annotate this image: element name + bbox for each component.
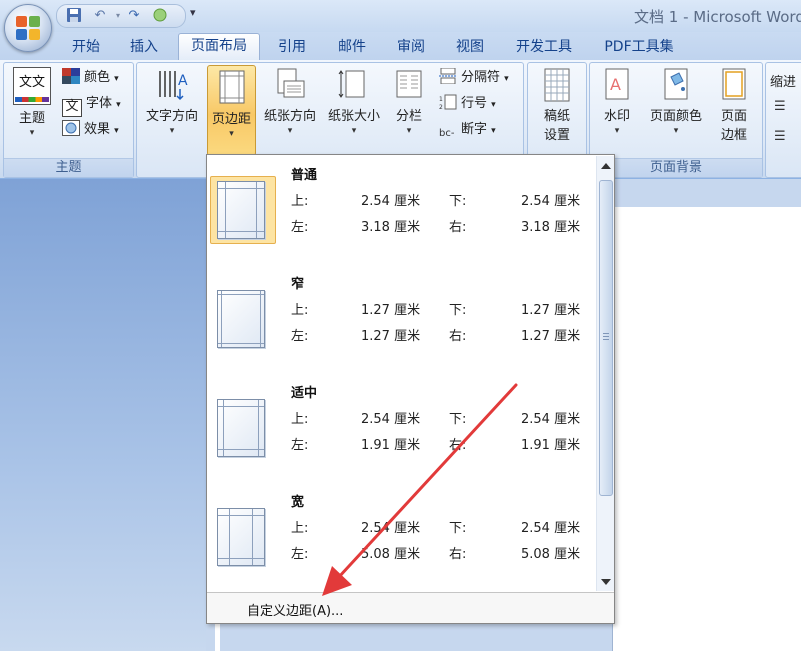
page-color-icon — [660, 67, 692, 103]
hyphenation-button[interactable]: bc- 断字 ▾ — [439, 119, 496, 141]
svg-text:A: A — [610, 75, 621, 94]
undo-icon[interactable]: ↶ — [91, 7, 109, 25]
watermark-button[interactable]: A 水印 ▾ — [594, 67, 640, 136]
window-title: 文档 1 - Microsoft Word — [634, 8, 801, 26]
tab-home[interactable]: 开始 — [62, 36, 110, 58]
svg-text:A: A — [178, 73, 188, 89]
scrollbar-thumb[interactable] — [599, 180, 613, 496]
gallery-scrollbar[interactable] — [596, 156, 614, 591]
line-numbers-icon: 12 — [439, 94, 457, 111]
save-icon[interactable] — [65, 7, 83, 25]
margins-button[interactable]: 页边距 ▾ — [207, 65, 256, 156]
tab-mailings[interactable]: 邮件 — [328, 36, 376, 58]
indent-label: 缩进 — [770, 75, 797, 90]
theme-colors-button[interactable]: 颜色 ▾ — [62, 67, 119, 89]
breaks-button[interactable]: 分隔符 ▾ — [439, 67, 509, 89]
circle-icon[interactable] — [151, 7, 169, 25]
manuscript-settings-button[interactable]: 稿纸 设置 — [534, 67, 580, 145]
themes-group-label: 主题 — [4, 158, 133, 177]
indent-right-icon[interactable]: ☰ — [774, 129, 786, 144]
page-borders-icon — [718, 67, 750, 103]
page-background-group: A 水印 ▾ 页面颜色 ▾ 页面 边框 页面背景 — [589, 62, 763, 178]
page-color-button[interactable]: 页面颜色 ▾ — [644, 67, 708, 136]
quick-access-toolbar: ↶ ▾ ↷ — [56, 4, 186, 28]
tab-page-layout[interactable]: 页面布局 — [178, 33, 260, 61]
title-bar: ↶ ▾ ↷ ▾ 文档 1 - Microsoft Word — [0, 0, 801, 32]
columns-icon — [393, 67, 425, 103]
document-background-left — [0, 179, 206, 651]
indent-left-icon[interactable]: ☰ — [774, 99, 786, 114]
margin-preset-moderate[interactable]: 适中 上: 2.54 厘米 下: 2.54 厘米 左: 1.91 厘米 右: 1… — [207, 373, 595, 481]
tab-pdf-tools[interactable]: PDF工具集 — [594, 36, 684, 58]
margin-narrow-icon — [217, 290, 265, 348]
orientation-icon — [274, 67, 306, 103]
watermark-icon: A — [601, 67, 633, 103]
office-logo-icon — [16, 16, 40, 40]
themes-button[interactable]: 文文 主题 ▾ — [8, 67, 56, 138]
scroll-up-icon[interactable] — [601, 163, 611, 169]
tab-references[interactable]: 引用 — [268, 36, 316, 58]
ribbon-tabs: 开始 插入 页面布局 引用 邮件 审阅 视图 开发工具 PDF工具集 — [0, 32, 801, 61]
custom-margins-menu-item[interactable]: 自定义边距(A)... — [207, 593, 614, 623]
margins-icon — [216, 70, 248, 106]
theme-effects-button[interactable]: 效果 ▾ — [62, 119, 119, 141]
baidu-watermark-url: jingyan.baidu.com — [648, 618, 750, 631]
redo-icon[interactable]: ↷ — [125, 7, 143, 25]
font-icon: 文 — [62, 99, 82, 117]
orientation-button[interactable]: 纸张方向 ▾ — [258, 67, 322, 136]
svg-text:2: 2 — [439, 104, 443, 110]
tab-view[interactable]: 视图 — [446, 36, 494, 58]
margin-normal-icon — [217, 181, 265, 239]
themes-group: 文文 主题 ▾ 颜色 ▾ 文字体 ▾ 效果 ▾ 主题 — [3, 62, 134, 178]
svg-text:1: 1 — [439, 96, 443, 103]
breaks-icon — [439, 67, 457, 85]
theme-fonts-button[interactable]: 文字体 ▾ — [62, 93, 121, 117]
tab-developer[interactable]: 开发工具 — [505, 36, 583, 58]
margin-moderate-icon — [217, 399, 265, 457]
tab-insert[interactable]: 插入 — [120, 36, 168, 58]
hyphenation-icon: bc- — [439, 128, 455, 139]
paper-size-button[interactable]: 纸张大小 ▾ — [323, 67, 385, 136]
text-direction-button[interactable]: A 文字方向 ▾ — [141, 67, 203, 136]
baidu-watermark: Baidu经验 — [640, 585, 793, 618]
color-palette-icon — [62, 68, 80, 84]
margin-wide-icon — [217, 508, 265, 566]
paper-size-icon — [338, 67, 370, 103]
scroll-down-icon[interactable] — [601, 579, 611, 585]
margin-preset-wide[interactable]: 宽 上: 2.54 厘米 下: 2.54 厘米 左: 5.08 厘米 右: 5.… — [207, 482, 595, 590]
manuscript-icon — [541, 67, 573, 103]
line-numbers-button[interactable]: 12 行号 ▾ — [439, 93, 496, 115]
qat-customize-icon[interactable]: ▾ — [190, 6, 196, 19]
tab-review[interactable]: 审阅 — [387, 36, 435, 58]
paragraph-group: 缩进 ☰ ☰ — [765, 62, 801, 178]
margins-dropdown: 普通 上: 2.54 厘米 下: 2.54 厘米 左: 3.18 厘米 右: 3… — [206, 154, 615, 624]
margin-preset-normal[interactable]: 普通 上: 2.54 厘米 下: 2.54 厘米 左: 3.18 厘米 右: 3… — [207, 155, 595, 263]
page-background-group-label: 页面背景 — [590, 158, 762, 177]
theme-icon: 文文 — [13, 67, 51, 105]
office-button[interactable] — [4, 4, 52, 52]
text-direction-icon: A — [156, 67, 188, 103]
page-borders-button[interactable]: 页面 边框 — [712, 67, 756, 145]
custom-margins-label: 自定义边距(A)... — [247, 604, 344, 619]
margin-preset-narrow[interactable]: 窄 上: 1.27 厘米 下: 1.27 厘米 左: 1.27 厘米 右: 1.… — [207, 264, 595, 372]
effects-icon — [62, 120, 80, 136]
columns-button[interactable]: 分栏 ▾ — [387, 67, 431, 136]
